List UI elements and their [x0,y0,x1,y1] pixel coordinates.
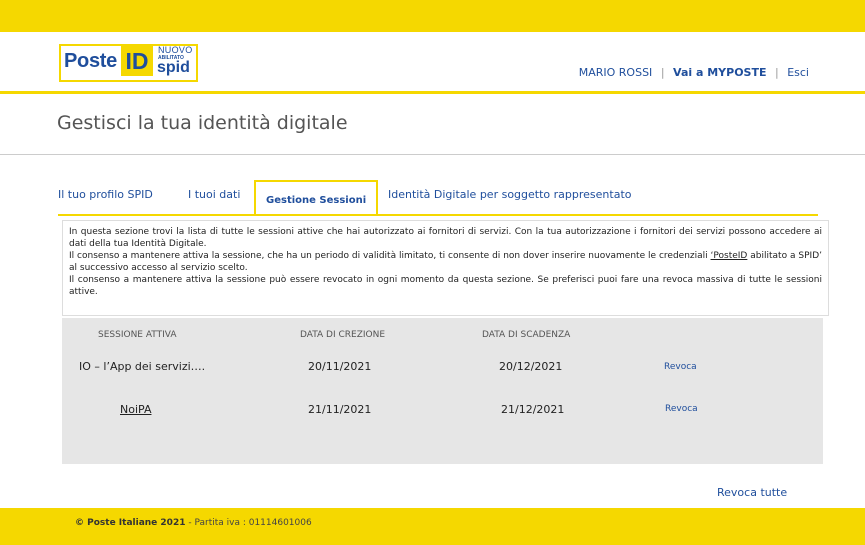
top-bar [0,0,865,32]
logo-poste-text: Poste [64,50,117,72]
tab-underline [58,214,818,216]
title-divider [0,154,865,155]
info-paragraph-1: In questa sezione trovi la lista di tutt… [69,227,822,249]
session-expires: 20/12/2021 [499,360,563,373]
logo-nuovo-text: NUOVO [158,45,193,55]
info-paragraph-2: Il consenso a mantenere attiva la sessio… [69,251,822,273]
revoke-button[interactable]: Revoca [664,362,697,372]
footer-copyright: © Poste Italiane 2021 [75,518,186,528]
tab-gestione-sessioni[interactable]: Gestione Sessioni [254,180,379,216]
info-paragraph-3: Il consenso a mantenere attiva la sessio… [69,275,822,297]
user-name: MARIO ROSSI [578,66,653,79]
revoke-button[interactable]: Revoca [665,404,698,414]
logo-spid-text: spid [157,59,190,76]
tab-soggetto-rappresentato[interactable]: Identità Digitale per soggetto rappresen… [388,188,631,201]
tab-tuoi-dati[interactable]: I tuoi dati [188,188,240,201]
session-created: 20/11/2021 [308,360,372,373]
tab-bar: Il tuo profilo SPID I tuoi dati Gestione… [58,180,818,216]
myposte-link[interactable]: Vai a MYPOSTE [673,66,766,79]
column-header-expires: DATA DI SCADENZA [482,330,571,340]
session-created: 21/11/2021 [308,403,372,416]
session-name: NoiPA [120,403,152,416]
separator: | [774,66,779,79]
column-header-created: DATA DI CREZIONE [300,330,386,340]
page-title: Gestisci la tua identità digitale [57,112,348,134]
column-header-session: SESSIONE ATTIVA [98,330,177,340]
info-box: In questa sezione trovi la lista di tutt… [62,220,829,316]
footer-vat: - Partita iva : 01114601006 [185,518,312,528]
session-name: IO – l’App dei servizi…. [79,360,206,373]
revoke-all-button[interactable]: Revoca tutte [717,486,787,499]
logo-id-text: ID [121,46,153,76]
posteid-spid-logo[interactable]: Poste ID NUOVO ABILITATO spid [59,44,199,82]
tab-profilo-spid[interactable]: Il tuo profilo SPID [58,188,153,201]
header-divider [0,91,865,94]
separator: | [660,66,665,79]
footer-text: © Poste Italiane 2021 - Partita iva : 01… [75,518,312,528]
exit-link[interactable]: Esci [787,66,809,79]
session-expires: 21/12/2021 [501,403,565,416]
sessions-table: SESSIONE ATTIVA DATA DI CREZIONE DATA DI… [62,318,823,464]
user-links: MARIO ROSSI | Vai a MYPOSTE | Esci [579,66,809,79]
